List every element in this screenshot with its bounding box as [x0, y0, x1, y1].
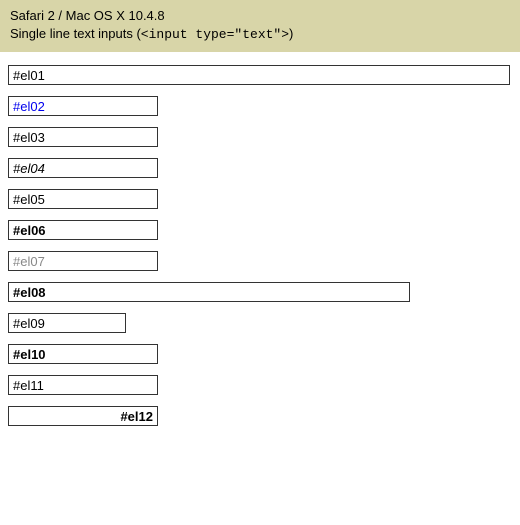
input-el04[interactable]: [8, 158, 158, 178]
inputs-stage: [0, 52, 520, 436]
input-el01[interactable]: [8, 65, 510, 85]
input-el02[interactable]: [8, 96, 158, 116]
input-el07[interactable]: [8, 251, 158, 271]
header-browser-os: Safari 2 / Mac OS X 10.4.8: [10, 7, 510, 25]
input-el05[interactable]: [8, 189, 158, 209]
header-subtitle-suffix: ): [289, 26, 293, 41]
input-el09[interactable]: [8, 313, 126, 333]
input-el10[interactable]: [8, 344, 158, 364]
header-subtitle-code: <input type="text">: [141, 27, 289, 42]
input-el08[interactable]: [8, 282, 410, 302]
input-el12[interactable]: [8, 406, 158, 426]
input-el03[interactable]: [8, 127, 158, 147]
input-el11[interactable]: [8, 375, 158, 395]
header-subtitle-prefix: Single line text inputs (: [10, 26, 141, 41]
header-subtitle: Single line text inputs (<input type="te…: [10, 25, 510, 44]
input-el06[interactable]: [8, 220, 158, 240]
page-header: Safari 2 / Mac OS X 10.4.8 Single line t…: [0, 0, 520, 52]
